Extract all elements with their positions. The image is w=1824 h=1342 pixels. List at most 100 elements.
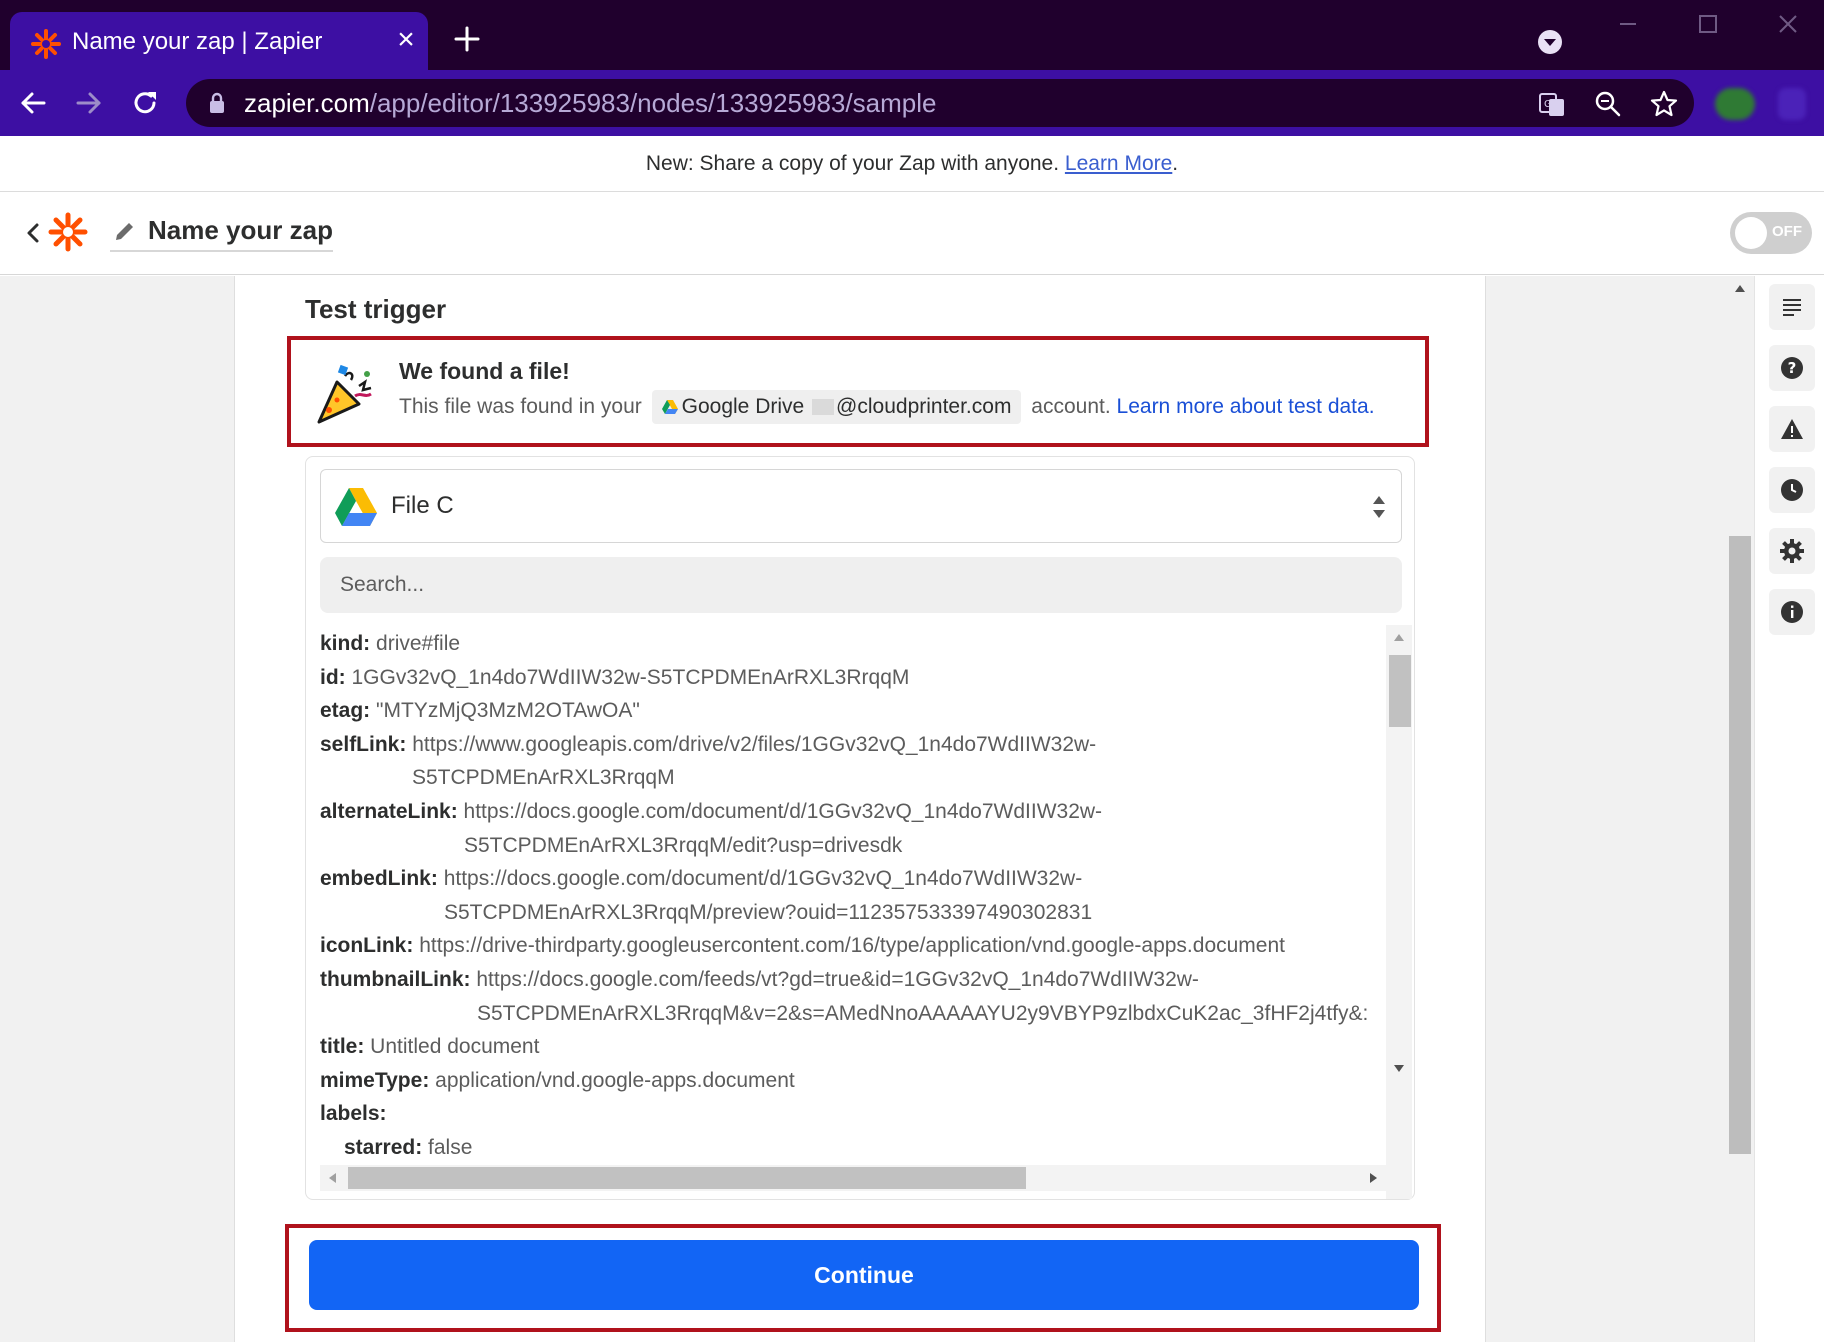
announcement-text: New: Share a copy of your Zap with anyon…: [645, 152, 1065, 175]
url-host: zapier.com: [244, 88, 370, 118]
file-record-select[interactable]: File C: [320, 469, 1402, 543]
scroll-right-arrow-icon[interactable]: [1366, 1171, 1380, 1185]
info-icon: [1781, 601, 1803, 623]
learn-more-link[interactable]: Learn More: [1065, 152, 1172, 175]
field-key: mimeType:: [320, 1068, 430, 1092]
tab-search-dropdown-icon[interactable]: [1536, 28, 1564, 56]
found-title: We found a file!: [399, 358, 570, 384]
field-value: Untitled document: [370, 1035, 540, 1059]
field-value: https://www.googleapis.com/drive/v2/file…: [412, 732, 1097, 756]
reload-icon[interactable]: [126, 84, 164, 122]
address-bar[interactable]: zapier.com/app/editor/133925983/nodes/13…: [186, 79, 1694, 127]
toggle-label: OFF: [1772, 223, 1802, 240]
party-popper-icon: [317, 364, 372, 424]
scroll-down-arrow-icon[interactable]: [1392, 1061, 1406, 1075]
record-horizontal-scrollbar[interactable]: [320, 1165, 1386, 1191]
scroll-up-arrow-icon[interactable]: [1392, 631, 1406, 645]
field-key: alternateLink:: [320, 799, 458, 823]
tab-title: Name your zap | Zapier: [72, 28, 323, 55]
section-title: Test trigger: [305, 294, 447, 324]
forward-arrow-icon[interactable]: [70, 84, 108, 122]
browser-toolbar: zapier.com/app/editor/133925983/nodes/13…: [0, 70, 1824, 136]
bookmark-star-icon[interactable]: [1648, 88, 1680, 120]
zoom-icon[interactable]: [1592, 88, 1624, 120]
chevron-left-icon[interactable]: [22, 220, 44, 246]
pencil-icon: [116, 223, 133, 240]
continue-button[interactable]: Continue: [309, 1240, 1419, 1310]
google-drive-icon: [335, 488, 377, 526]
lock-icon[interactable]: [208, 92, 226, 114]
field-key: selfLink:: [320, 732, 407, 756]
record-field-row: id: 1GGv32vQ_1n4do7WdIIW32w-S5TCPDMEnArR…: [320, 661, 1388, 695]
record-field-row: kind: drive#file: [320, 627, 1388, 661]
field-value: false: [428, 1135, 473, 1159]
field-value: drive#file: [376, 632, 461, 655]
record-data-view[interactable]: kind: drive#file id: 1GGv32vQ_1n4do7WdIIW…: [320, 627, 1388, 1165]
vertical-scroll-thumb[interactable]: [1389, 655, 1411, 727]
record-card: File C kind: drive#fileid: 1GGv32vQ_1n4d…: [305, 456, 1415, 1200]
url-text: zapier.com/app/editor/133925983/nodes/13…: [244, 87, 936, 119]
record-field-row: labels:: [320, 1097, 1388, 1131]
field-value: https://docs.google.com/document/d/1GGv3…: [463, 799, 1103, 823]
url-path: /app/editor/133925983/nodes/133925983/sa…: [369, 88, 937, 118]
field-value: https://docs.google.com/document/d/1GGv3…: [443, 867, 1083, 891]
page-scroll-thumb[interactable]: [1729, 536, 1751, 1154]
record-search-input[interactable]: [320, 557, 1402, 613]
field-key: thumbnailLink:: [320, 967, 471, 991]
record-field-row: starred: false: [320, 1131, 1388, 1165]
right-sidebar: ?: [1754, 276, 1824, 1342]
redacted-username: [812, 399, 835, 416]
extension-icon[interactable]: [1715, 88, 1755, 120]
scroll-left-arrow-icon[interactable]: [326, 1171, 340, 1185]
zap-name-text: Name your zap: [148, 215, 333, 245]
record-vertical-scrollbar[interactable]: [1386, 625, 1412, 1199]
announcement-bar: New: Share a copy of your Zap with anyon…: [0, 136, 1824, 192]
sidebar-settings-button[interactable]: [1769, 528, 1815, 574]
field-key: embedLink:: [320, 867, 438, 891]
sidebar-help-button[interactable]: ?: [1769, 345, 1815, 391]
page-scroll-up-icon[interactable]: [1733, 282, 1747, 296]
close-tab-icon[interactable]: ×: [390, 24, 422, 56]
record-field-continuation: S5TCPDMEnArRXL3RrqqM: [412, 766, 675, 790]
field-key: starred:: [344, 1135, 423, 1159]
record-field-row: iconLink: https://drive-thirdparty.googl…: [320, 929, 1388, 963]
field-key: labels:: [320, 1102, 387, 1126]
field-value: 1GGv32vQ_1n4do7WdIIW32w-S5TCPDMEnArRXL3R…: [351, 665, 910, 689]
new-tab-plus-icon[interactable]: [450, 22, 484, 56]
field-key: etag:: [320, 699, 371, 723]
translate-icon[interactable]: G: [1536, 88, 1568, 120]
sidebar-warning-button[interactable]: [1769, 406, 1815, 452]
sidebar-notes-button[interactable]: [1769, 284, 1815, 330]
browser-tab[interactable]: Name your zap | Zapier ×: [10, 12, 428, 70]
warning-icon: [1781, 419, 1803, 439]
browser-tab-bar: Name your zap | Zapier ×: [0, 0, 1824, 70]
sidebar-info-button[interactable]: [1769, 589, 1815, 635]
toggle-knob: [1735, 217, 1767, 249]
zapier-logo-icon[interactable]: [48, 212, 88, 252]
back-arrow-icon[interactable]: [14, 84, 52, 122]
found-suffix: account.: [1031, 395, 1111, 418]
continue-highlight: Continue: [285, 1224, 1441, 1332]
zap-on-off-toggle[interactable]: OFF: [1730, 212, 1812, 254]
record-field-row: mimeType: application/vnd.google-apps.do…: [320, 1064, 1388, 1098]
page-scrollbar[interactable]: [1726, 276, 1754, 1342]
record-field-row: alternateLink: https://docs.google.com/d…: [320, 795, 1388, 829]
profile-avatar[interactable]: [1778, 88, 1806, 120]
record-field-row: thumbnailLink: https://docs.google.com/f…: [320, 963, 1388, 997]
minimize-window-icon[interactable]: [1608, 8, 1648, 42]
account-chip: Google Drive @cloudprinter.com: [651, 390, 1022, 424]
test-result-banner: We found a file! This file was found in …: [287, 336, 1429, 447]
maximize-window-icon[interactable]: [1688, 8, 1728, 42]
svg-text:G: G: [1544, 99, 1552, 110]
horizontal-scroll-thumb[interactable]: [348, 1167, 1026, 1189]
help-icon: ?: [1781, 357, 1803, 379]
record-field-row: selfLink: https://www.googleapis.com/dri…: [320, 728, 1388, 762]
zap-name-field[interactable]: Name your zap: [110, 210, 333, 252]
account-app: Google Drive: [681, 395, 805, 418]
history-icon: [1781, 479, 1803, 501]
sidebar-history-button[interactable]: [1769, 467, 1815, 513]
announcement-suffix: .: [1172, 152, 1179, 175]
learn-test-data-link[interactable]: Learn more about test data.: [1117, 395, 1375, 418]
close-window-icon[interactable]: [1768, 8, 1808, 42]
field-value: "MTYzMjQ3MzM2OTAwOA": [376, 699, 640, 723]
